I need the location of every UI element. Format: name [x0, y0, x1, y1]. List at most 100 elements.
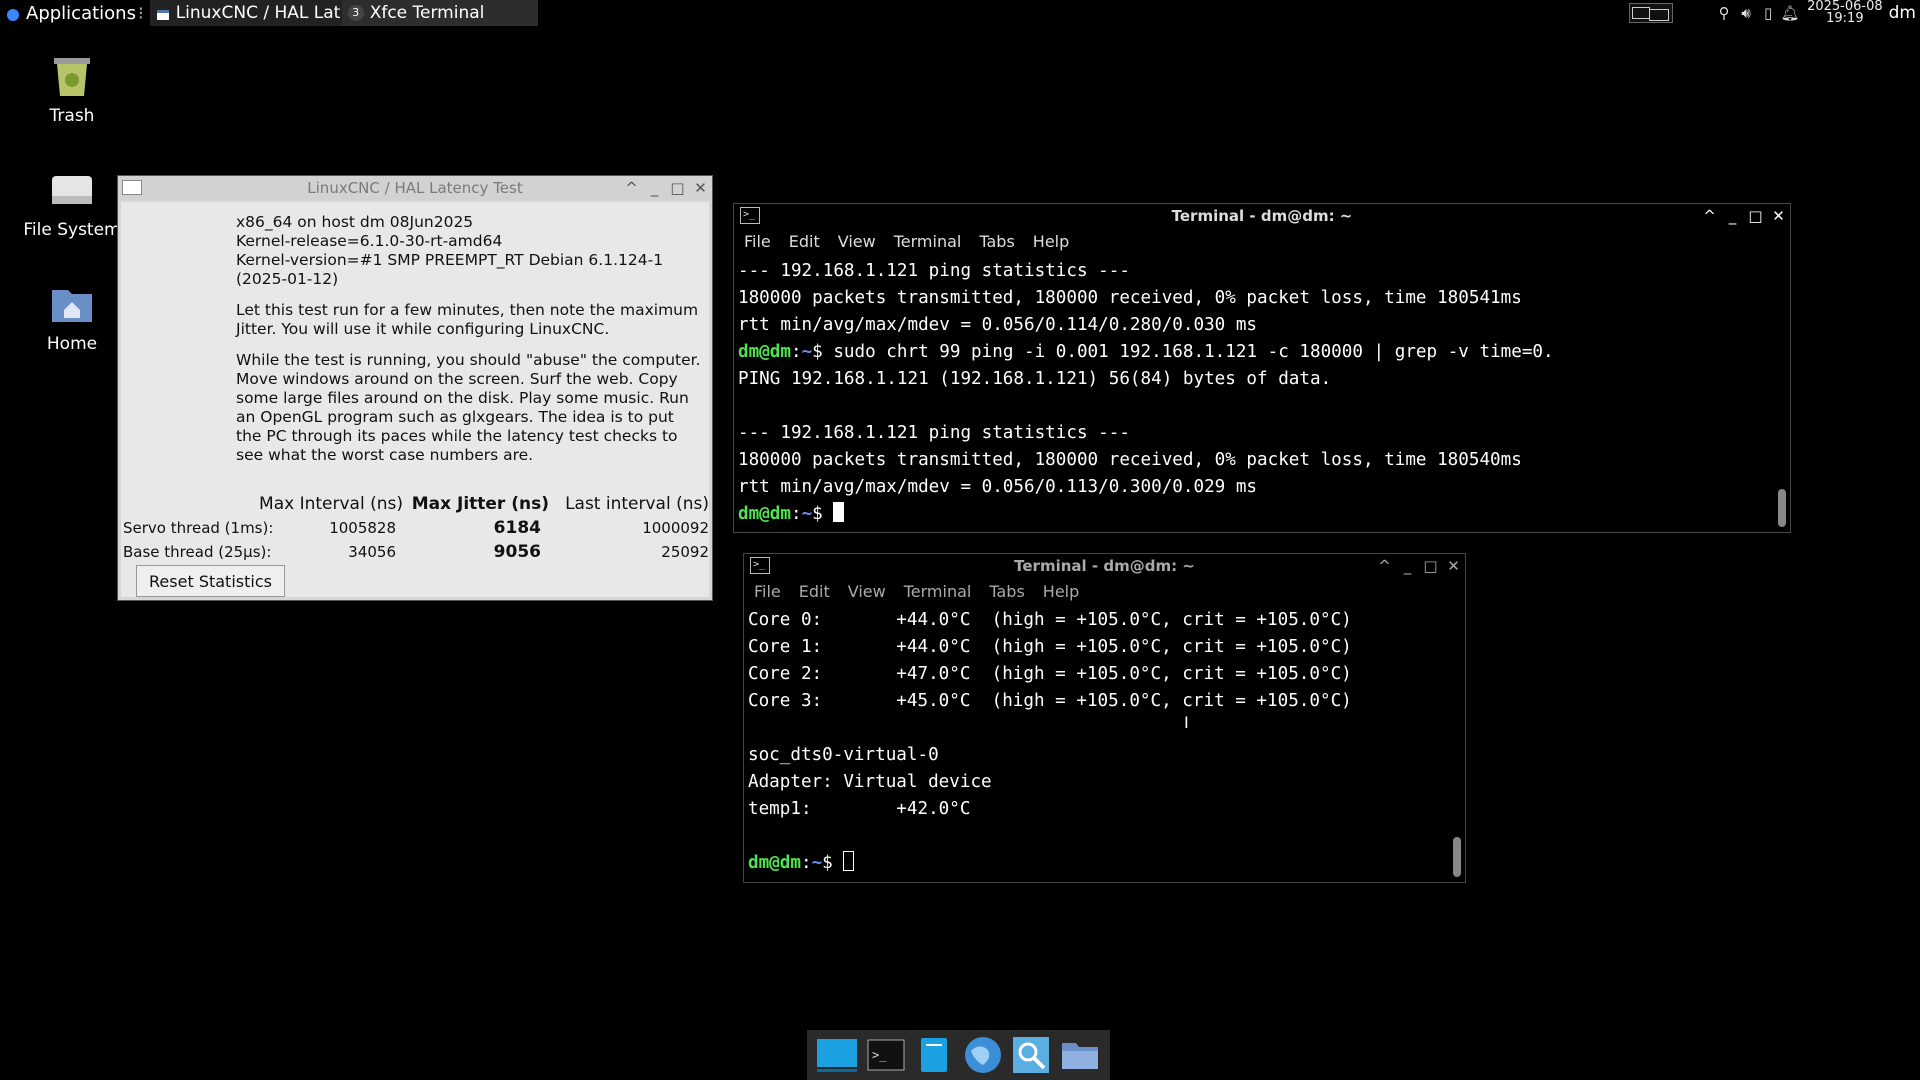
info-line: some large files around on the disk. Pla… [236, 389, 689, 407]
menu-edit[interactable]: Edit [789, 232, 820, 251]
desktop-icon-home[interactable]: Home [12, 280, 132, 354]
thread-name: Base thread (25µs): [123, 543, 272, 561]
terminal-output[interactable]: --- 192.168.1.121 ping statistics --- 180… [738, 258, 1772, 530]
output-line: rtt min/avg/max/mdev = 0.056/0.113/0.300… [738, 477, 1258, 497]
info-line: Kernel-version=#1 SMP PREEMPT_RT Debian … [236, 251, 664, 269]
menu-terminal[interactable]: Terminal [904, 582, 972, 601]
prompt-line: dm@dm:~$ sudo chrt 99 ping -i 0.001 192.… [738, 339, 1772, 366]
info-line: Move windows around on the screen. Surf … [236, 370, 678, 388]
menu-file[interactable]: File [744, 232, 771, 251]
terminal-window-2: >_ Terminal - dm@dm: ~ ^ _ □ ✕ File Edit V… [743, 553, 1466, 883]
window-titlebar[interactable]: >_ Terminal - dm@dm: ~ ^ _ □ ✕ [734, 204, 1790, 228]
close-button[interactable]: ✕ [1446, 557, 1461, 575]
menu-help[interactable]: Help [1043, 582, 1079, 601]
prompt-line: dm@dm:~$ [738, 501, 1772, 528]
prompt-symbol: $ [822, 853, 833, 873]
scrollbar[interactable] [1453, 837, 1461, 877]
top-panel: Applications ⁝ LinuxCNC / HAL Lat... 3 X… [0, 0, 1920, 26]
user-name[interactable]: dm [1889, 3, 1920, 23]
taskbar-item-label: Xfce Terminal [369, 3, 485, 23]
workspace-switcher[interactable] [1629, 3, 1674, 23]
minimize-button[interactable]: _ [1725, 207, 1740, 225]
web-browser-icon[interactable] [963, 1036, 1003, 1074]
menu-tabs[interactable]: Tabs [989, 582, 1024, 601]
minimize-button[interactable]: _ [1400, 557, 1415, 575]
desktop-icon[interactable] [817, 1036, 858, 1074]
info-line [236, 289, 716, 301]
desktop-icon-filesystem[interactable]: File System [12, 166, 132, 240]
svg-text:>_: >_ [872, 1048, 887, 1062]
output-line: Core 2: +47.0°C (high = +105.0°C, crit =… [748, 664, 1352, 684]
latency-header-row: Max Interval (ns) Max Jitter (ns) Last i… [121, 492, 713, 516]
desktop-icon-trash[interactable]: Trash [12, 52, 132, 126]
prompt-separator: : [800, 853, 812, 873]
output-line: Core 1: +44.0°C (high = +105.0°C, crit =… [748, 637, 1352, 657]
prompt-line: dm@dm:~$ [748, 850, 1447, 877]
terminal-cursor [833, 502, 845, 522]
menu-view[interactable]: View [838, 232, 876, 251]
output-line: Adapter: Virtual device [748, 772, 992, 792]
prompt-path: ~ [811, 853, 823, 873]
window-title: Terminal - dm@dm: ~ [1014, 557, 1195, 575]
clock[interactable]: 2025-06-08 19:19 [1801, 0, 1889, 25]
shade-button[interactable]: ^ [1702, 207, 1717, 225]
search-icon[interactable] [1011, 1036, 1051, 1074]
thread-name: Servo thread (1ms): [123, 519, 274, 537]
close-button[interactable]: ✕ [693, 179, 708, 197]
info-line: x86_64 on host dm 08Jun2025 [236, 213, 474, 231]
taskbar-item-latency[interactable]: LinuxCNC / HAL Lat... [149, 0, 357, 26]
max-jitter-value: 9056 [493, 542, 541, 562]
applications-menu-button[interactable]: Applications ⁝ [0, 0, 150, 26]
window-titlebar[interactable]: LinuxCNC / HAL Latency Test ^ _ □ ✕ [118, 176, 712, 200]
menu-help[interactable]: Help [1033, 232, 1069, 251]
header-max-interval: Max Interval (ns) [259, 494, 403, 514]
prompt-user: dm@dm [738, 342, 791, 362]
maximize-button[interactable]: □ [1423, 557, 1438, 575]
taskbar-item-terminal[interactable]: 3 Xfce Terminal [341, 0, 538, 26]
max-interval-value: 34056 [348, 543, 396, 561]
servo-thread-row: Servo thread (1ms): 1005828 6184 1000092 [121, 516, 713, 540]
reset-statistics-button[interactable]: Reset Statistics [136, 565, 285, 597]
folder-icon[interactable] [1060, 1036, 1100, 1074]
window-titlebar[interactable]: >_ Terminal - dm@dm: ~ ^ _ □ ✕ [744, 554, 1465, 578]
shade-button[interactable]: ^ [624, 179, 639, 197]
scrollbar[interactable] [1778, 489, 1786, 527]
maximize-button[interactable]: □ [1748, 207, 1763, 225]
system-tray: ⚲ 🔊︎ ▯ 🔔︎ 2025-06-08 19:19 dm [1629, 0, 1920, 26]
last-interval-value: 1000092 [642, 519, 709, 537]
menu-terminal[interactable]: Terminal [894, 232, 962, 251]
command-text [823, 504, 834, 524]
terminal-menubar: File Edit View Terminal Tabs Help [744, 578, 1465, 604]
menu-tabs[interactable]: Tabs [979, 232, 1014, 251]
prompt-separator: : [790, 342, 802, 362]
minimize-button[interactable]: _ [647, 179, 662, 197]
volume-icon[interactable]: 🔊︎ [1735, 4, 1757, 22]
terminal-icon[interactable]: >_ [866, 1036, 906, 1074]
network-icon[interactable]: ⚲ [1713, 4, 1735, 22]
menu-file[interactable]: File [754, 582, 781, 601]
info-line: Kernel-release=6.1.0-30-rt-amd64 [236, 232, 503, 250]
window-icon [156, 6, 170, 20]
file-manager-icon[interactable] [914, 1036, 954, 1074]
menu-view[interactable]: View [848, 582, 886, 601]
close-button[interactable]: ✕ [1771, 207, 1786, 225]
maximize-button[interactable]: □ [670, 179, 685, 197]
menu-edit[interactable]: Edit [799, 582, 830, 601]
output-line: 180000 packets transmitted, 180000 recei… [738, 450, 1522, 470]
output-line: rtt min/avg/max/mdev = 0.056/0.114/0.280… [738, 315, 1258, 335]
desktop-icon-label: Home [46, 334, 98, 354]
output-line: 180000 packets transmitted, 180000 recei… [738, 288, 1522, 308]
prompt-symbol: $ [812, 504, 823, 524]
battery-icon[interactable]: ▯ [1757, 4, 1779, 22]
window-title: Terminal - dm@dm: ~ [1171, 207, 1353, 225]
drive-icon [48, 166, 96, 214]
terminal-output[interactable]: Core 0: +44.0°C (high = +105.0°C, crit =… [748, 607, 1447, 879]
latency-info: x86_64 on host dm 08Jun2025 Kernel-releas… [236, 213, 716, 465]
header-max-jitter: Max Jitter (ns) [411, 494, 549, 514]
info-line: While the test is running, you should "a… [236, 351, 701, 369]
notification-bell-icon[interactable]: 🔔︎ [1779, 4, 1801, 22]
shade-button[interactable]: ^ [1377, 557, 1392, 575]
terminal-window-1: >_ Terminal - dm@dm: ~ ^ _ □ ✕ File Edit V… [733, 203, 1791, 533]
applications-label: Applications [26, 2, 136, 24]
